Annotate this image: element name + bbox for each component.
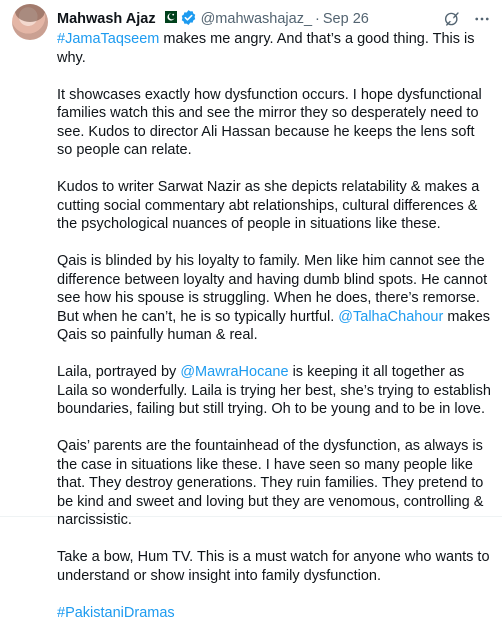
pakistan-flag-icon xyxy=(160,11,177,27)
tweet-paragraph: Qais’ parents are the fountainhead of th… xyxy=(57,438,484,528)
mention-link[interactable]: @TalhaChahour xyxy=(338,309,443,325)
tweet-date[interactable]: Sep 26 xyxy=(323,11,369,27)
paragraph-text: Laila, portrayed by xyxy=(57,364,181,380)
grok-icon[interactable] xyxy=(442,9,462,29)
more-icon[interactable] xyxy=(472,9,492,29)
tweet-paragraph: Kudos to writer Sarwat Nazir as she depi… xyxy=(57,179,480,232)
author-handle[interactable]: @mahwashajaz_ xyxy=(201,11,312,27)
tweet-paragraph: #JamaTaqseem makes me angry. And that’s … xyxy=(57,30,492,67)
tweet: Mahwash Ajaz @mahwashajaz_ · Sep 26 #Jam… xyxy=(0,0,502,621)
tweet-paragraph: #PakistaniDramas xyxy=(57,604,492,623)
tweet-paragraph: Qais is blinded by his loyalty to family… xyxy=(57,252,492,345)
hashtag-link[interactable]: #JamaTaqseem xyxy=(57,31,159,47)
author-name[interactable]: Mahwash Ajaz xyxy=(57,11,156,27)
tweet-paragraph: Laila, portrayed by @MawraHocane is keep… xyxy=(57,363,492,419)
mention-link[interactable]: @MawraHocane xyxy=(180,364,288,380)
separator-dot: · xyxy=(315,11,320,27)
header-actions xyxy=(442,9,492,29)
tweet-text: #JamaTaqseem makes me angry. And that’s … xyxy=(57,30,492,641)
hashtag-link[interactable]: #PakistaniDramas xyxy=(57,605,175,621)
tweet-paragraph: It showcases exactly how dysfunction occ… xyxy=(57,86,482,159)
avatar[interactable] xyxy=(12,4,48,40)
tweet-paragraph: Take a bow, Hum TV. This is a must watch… xyxy=(57,549,490,584)
tweet-header: Mahwash Ajaz @mahwashajaz_ · Sep 26 xyxy=(57,9,492,29)
verified-badge-icon[interactable] xyxy=(180,9,197,30)
